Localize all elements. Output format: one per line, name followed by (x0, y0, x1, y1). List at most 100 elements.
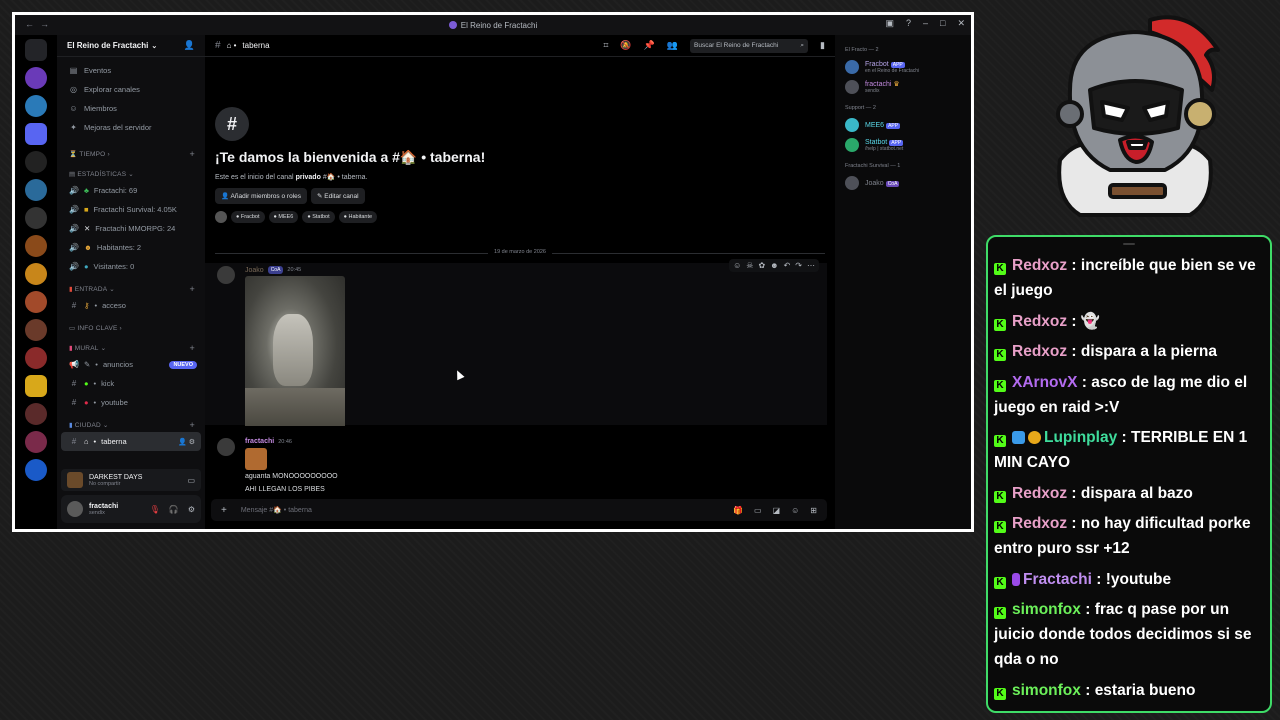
chat-username[interactable]: Redxoz (1012, 515, 1067, 532)
channel-youtube[interactable]: # ● • youtube (57, 393, 205, 412)
chat-username[interactable]: simonfox (1012, 682, 1081, 699)
edit-channel-button[interactable]: ✎ Editar canal (311, 188, 365, 204)
server-icon[interactable] (25, 263, 47, 285)
inbox-icon[interactable]: ▮ (820, 40, 825, 51)
server-icon[interactable] (25, 179, 47, 201)
emoji-icon[interactable]: ✿ (758, 261, 765, 270)
emoji-icon[interactable]: ☺ (791, 506, 799, 515)
author-name[interactable]: Joako (245, 267, 264, 274)
help-icon[interactable]: ? (906, 18, 911, 29)
plus-icon[interactable]: + (221, 505, 227, 516)
channel-stat[interactable]: 🔊 ■ Fractachi Survival: 4.05K (57, 200, 205, 219)
minimize-button[interactable]: – (923, 18, 928, 29)
member-item[interactable]: fractachi ♛ sendix (845, 77, 961, 97)
folder-icon[interactable] (25, 123, 47, 145)
channel-stat[interactable]: 🔊 ♣ Fractachi: 69 (57, 181, 205, 200)
category-ciudad[interactable]: ▮ CIUDAD ⌄ + (57, 418, 205, 432)
close-button[interactable]: ✕ (957, 18, 965, 29)
gif-icon[interactable]: ▭ (754, 506, 762, 515)
nav-arrows[interactable]: ←→ (25, 19, 55, 29)
author-name[interactable]: fractachi (245, 438, 274, 445)
add-channel-icon[interactable]: + (190, 343, 195, 353)
sticker-icon[interactable]: ◪ (773, 506, 781, 515)
category-entrada[interactable]: ▮ ENTRADA ⌄ + (57, 282, 205, 296)
message[interactable]: Joako CoA 20:45 ☺ ☠ ✿ ☻ ↶ ↷ ⋯ (205, 259, 827, 426)
chat-username[interactable]: Redxoz (1012, 485, 1067, 502)
forward-icon[interactable]: ↷ (795, 261, 802, 270)
add-reaction-icon[interactable]: ☻ (770, 261, 778, 270)
server-icon[interactable] (25, 319, 47, 341)
message[interactable]: fractachi 20:46 aguanta MONOOOOOOOOO AHI… (205, 435, 827, 505)
server-header[interactable]: El Reino de Fractachi ⌄ 👤 (57, 35, 205, 57)
activity-panel[interactable]: DARKEST DAYS No compartir ▭ (61, 469, 201, 491)
channel-stat[interactable]: 🔊 ✕ Fractachi MMORPG: 24 (57, 219, 205, 238)
add-members-button[interactable]: 👤 Añadir miembros o roles (215, 188, 307, 204)
role-chip[interactable]: ● Fracbot (231, 211, 265, 223)
avatar[interactable] (217, 266, 235, 284)
role-chip[interactable]: ● Statbot (302, 211, 335, 223)
server-icon[interactable] (25, 207, 47, 229)
search-input[interactable]: Buscar El Reino de Fractachi ⌕ (690, 38, 809, 53)
chat-username[interactable]: Redxoz (1012, 313, 1067, 330)
gear-icon[interactable]: ⚙ (188, 505, 195, 514)
role-chip[interactable]: ● MEE6 (268, 211, 299, 223)
channel-settings-icon[interactable]: 👤 ⚙ (178, 438, 195, 446)
chat-username[interactable]: simonfox (1012, 601, 1081, 618)
headset-icon[interactable]: 🎧 (169, 505, 179, 514)
add-channel-icon[interactable]: + (190, 149, 195, 159)
avatar[interactable] (217, 438, 235, 456)
category-mural[interactable]: ▮ MURAL ⌄ + (57, 341, 205, 355)
reply-icon[interactable]: ↶ (784, 261, 791, 270)
mic-muted-icon[interactable]: 🎙 (150, 505, 160, 514)
chat-username[interactable]: Redxoz (1012, 343, 1067, 360)
chat-username[interactable]: Lupinplay (1044, 429, 1117, 446)
member-item[interactable]: Joako CoA (845, 173, 961, 193)
nav-events[interactable]: ▤ Eventos (57, 61, 205, 80)
threads-icon[interactable]: ⌗ (603, 40, 608, 51)
skull-icon[interactable]: ☠ (746, 261, 753, 270)
member-item[interactable]: Fracbot APP en el Reino de Fractachi (845, 57, 961, 77)
nav-members[interactable]: ☺ Miembros (57, 99, 205, 118)
member-list-icon[interactable]: 👥 (667, 40, 678, 51)
reaction-icon[interactable]: ☺ (733, 261, 741, 270)
role-chip[interactable]: ● Habitante (338, 211, 378, 223)
chat-username[interactable]: Fractachi (1023, 571, 1092, 588)
gift-icon[interactable]: 🎁 (733, 506, 743, 515)
member-item[interactable]: MEE6 APP (845, 115, 961, 135)
add-channel-icon[interactable]: + (190, 420, 195, 430)
server-icon[interactable] (25, 67, 47, 89)
server-icon[interactable] (25, 375, 47, 397)
channel-stat[interactable]: 🔊 ● Visitantes: 0 (57, 257, 205, 276)
server-icon[interactable] (25, 95, 47, 117)
channel-stat[interactable]: 🔊 ☻ Habitantes: 2 (57, 238, 205, 257)
member-item[interactable]: Statbot APP/help | statbot.net (845, 135, 961, 155)
message-composer[interactable]: + Mensaje #🏠 • taberna 🎁 ▭ ◪ ☺ ⊞ (211, 499, 827, 521)
server-icon[interactable] (25, 347, 47, 369)
server-icon[interactable] (25, 151, 47, 173)
dm-home-icon[interactable] (25, 39, 47, 61)
channel-acceso[interactable]: # ⚷ • acceso (57, 296, 205, 315)
chat-username[interactable]: Redxoz (1012, 257, 1067, 274)
nav-boosts[interactable]: ✦ Mejoras del servidor (57, 118, 205, 137)
category-estadisticas[interactable]: ▤ ESTADÍSTICAS ⌄ (57, 167, 205, 181)
monkey-photo[interactable] (245, 276, 345, 426)
channel-anuncios[interactable]: 📢 ✎ • anuncios NUEVO (57, 355, 205, 374)
more-icon[interactable]: ⋯ (807, 261, 815, 270)
add-channel-icon[interactable]: + (190, 284, 195, 294)
invite-icon[interactable]: 👤 (184, 40, 195, 51)
channel-taberna[interactable]: # ⌂ • taberna 👤 ⚙ (61, 432, 201, 451)
nav-browse-channels[interactable]: ◎ Explorar canales (57, 80, 205, 99)
server-icon[interactable] (25, 235, 47, 257)
channel-kick[interactable]: # ● • kick (57, 374, 205, 393)
category-tiempo[interactable]: ⏳ TIEMPO › + (57, 147, 205, 161)
pin-icon[interactable]: 📌 (644, 40, 655, 51)
server-icon[interactable] (25, 403, 47, 425)
server-icon[interactable] (25, 291, 47, 313)
avatar[interactable] (67, 501, 83, 517)
server-icon[interactable] (25, 431, 47, 453)
screen-share-icon[interactable]: ▭ (187, 476, 195, 485)
category-info-clave[interactable]: ▭ INFO CLAVE › (57, 321, 205, 335)
maximize-button[interactable]: □ (940, 18, 945, 29)
chat-username[interactable]: XArnovX (1012, 374, 1077, 391)
apps-icon[interactable]: ⊞ (810, 506, 817, 515)
